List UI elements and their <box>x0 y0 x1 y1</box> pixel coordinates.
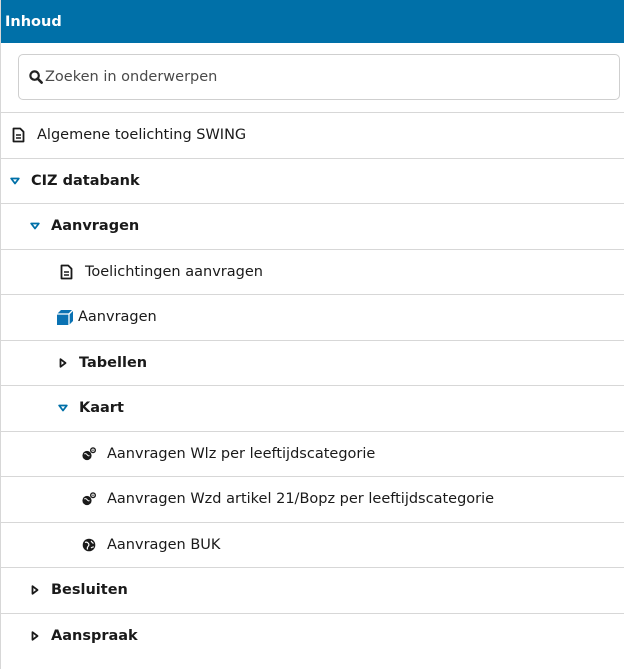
search-box[interactable] <box>18 54 620 100</box>
tree-item-aanvragen-wzd[interactable]: Aanvragen Wzd artikel 21/Bopz per leefti… <box>1 477 624 523</box>
panel-title: Inhoud <box>5 13 62 30</box>
tree-item-label: Kaart <box>79 400 124 417</box>
document-icon <box>57 264 75 280</box>
search-input[interactable] <box>43 69 619 85</box>
tree-item-label: Aanvragen <box>78 309 157 326</box>
tree-item-label: Tabellen <box>79 354 148 371</box>
caret-down-icon <box>57 404 69 412</box>
tree-item-label: Aanvragen Wzd artikel 21/Bopz per leefti… <box>107 491 495 508</box>
tree-item-label: Aanspraak <box>51 628 138 645</box>
cube-icon <box>56 309 74 326</box>
tree-item-label: CIZ databank <box>31 172 140 189</box>
tree-item-label: Aanvragen <box>51 218 140 235</box>
tree-item-aanvragen-buk[interactable]: Aanvragen BUK <box>1 523 624 568</box>
caret-down-icon <box>9 177 21 185</box>
globe-pin-icon <box>81 492 97 506</box>
caret-down-icon <box>29 222 41 230</box>
tree-item-algemene-toelichting[interactable]: Algemene toelichting SWING <box>1 113 624 159</box>
tree-item-label: Algemene toelichting SWING <box>37 127 247 144</box>
caret-right-icon <box>29 585 41 595</box>
document-icon <box>9 127 27 143</box>
search-icon <box>29 70 43 84</box>
tree-item-aanvragen-wlz[interactable]: Aanvragen Wlz per leeftijdscategorie <box>1 432 624 477</box>
tree-item-aanvragen-folder[interactable]: Aanvragen <box>1 204 624 250</box>
globe-pin-icon <box>81 446 97 461</box>
tree-item-label: Aanvragen Wlz per leeftijdscategorie <box>107 445 376 462</box>
tree-item-besluiten[interactable]: Besluiten <box>1 568 624 614</box>
tree-item-label: Besluiten <box>51 582 128 599</box>
tree-item-label: Toelichtingen aanvragen <box>85 263 263 280</box>
tree-item-aanvragen-cube[interactable]: Aanvragen <box>1 295 624 341</box>
tree-item-toelichtingen-aanvragen[interactable]: Toelichtingen aanvragen <box>1 250 624 295</box>
tree-item-label: Aanvragen BUK <box>107 536 221 553</box>
tree-item-tabellen[interactable]: Tabellen <box>1 341 624 386</box>
panel-header: Inhoud <box>1 0 624 43</box>
caret-right-icon <box>57 358 69 368</box>
contents-panel: Inhoud Algemene toelichting SWING <box>0 0 624 669</box>
tree-item-aanspraak[interactable]: Aanspraak <box>1 614 624 660</box>
caret-right-icon <box>29 631 41 641</box>
globe-icon <box>81 538 97 552</box>
tree-item-kaart[interactable]: Kaart <box>1 386 624 432</box>
tree-item-ciz-databank[interactable]: CIZ databank <box>1 159 624 204</box>
search-container <box>1 43 624 113</box>
